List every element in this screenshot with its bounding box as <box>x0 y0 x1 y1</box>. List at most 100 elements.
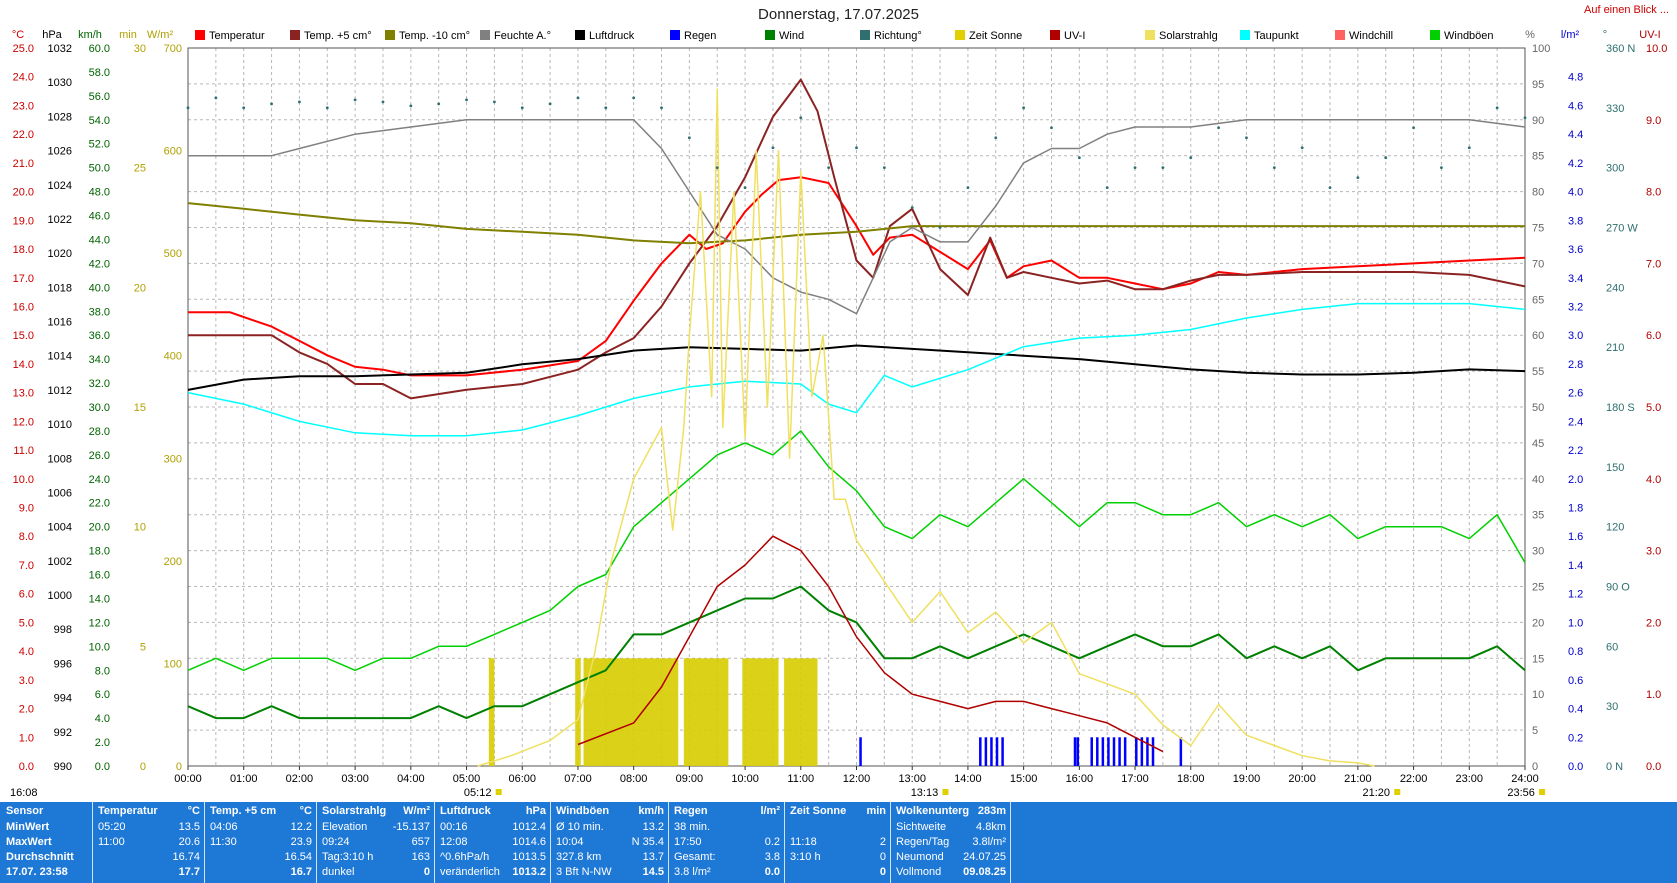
direction-tick-label: 150 <box>1606 462 1624 474</box>
rain-bar <box>1096 737 1099 766</box>
uv-tick-label: 7.0 <box>1646 258 1661 270</box>
time-marker-label: 05:12 <box>464 787 492 799</box>
temp-tick-label: 7.0 <box>19 560 34 572</box>
rain-tick-label: 0.8 <box>1568 646 1583 658</box>
rain-tick-label: 0.2 <box>1568 732 1583 744</box>
humidity-axis-unit: % <box>1525 29 1535 41</box>
overview-link[interactable]: Auf einen Blick ... <box>1584 4 1669 16</box>
legend-item: Zeit Sonne <box>955 30 1022 42</box>
wind-tick-label: 54.0 <box>89 115 110 127</box>
stats-row: 10:04 N 35.4 <box>556 836 664 848</box>
rain-bar <box>1135 737 1138 766</box>
rain-tick-label: 4.8 <box>1568 72 1583 84</box>
stats-row: ^0.6hPa/h 1013.5 <box>440 851 546 863</box>
direction-point <box>437 102 441 106</box>
humidity-tick-label: 65 <box>1532 294 1544 306</box>
direction-point <box>882 166 886 170</box>
x-tick-label: 03:00 <box>341 773 369 785</box>
rain-tick-label: 3.4 <box>1568 273 1583 285</box>
humidity-tick-label: 50 <box>1532 402 1544 414</box>
legend-swatch <box>1050 30 1060 40</box>
direction-point <box>1495 106 1499 110</box>
legend-item: Solarstrahlg <box>1145 30 1218 42</box>
stats-column: Zeit Sonne min 11:18 2 3:10 h0 0 <box>784 802 891 883</box>
pressure-tick-label: 994 <box>54 693 72 705</box>
pressure-tick-label: 1016 <box>48 317 72 329</box>
wind-tick-label: 56.0 <box>89 91 110 103</box>
temp-tick-label: 22.0 <box>13 129 34 141</box>
legend-item: Windchill <box>1335 30 1393 42</box>
humidity-tick-label: 10 <box>1532 689 1544 701</box>
legend-swatch <box>955 30 965 40</box>
humidity-tick-label: 100 <box>1532 43 1550 55</box>
direction-axis-unit: ° <box>1603 29 1607 41</box>
direction-point <box>409 104 413 108</box>
wind-tick-label: 16.0 <box>89 570 110 582</box>
wind-tick-label: 2.0 <box>95 737 110 749</box>
stats-row: 11:00 20.6 <box>98 836 200 848</box>
sun-axis-unit: min <box>119 29 137 41</box>
temp-axis-unit: °C <box>12 29 24 41</box>
x-tick-label: 17:00 <box>1121 773 1149 785</box>
wind-tick-label: 10.0 <box>89 641 110 653</box>
stats-row: Elevation -15.137 <box>322 821 430 833</box>
sunshine-bar <box>488 658 495 766</box>
rain-tick-label: 0.6 <box>1568 675 1583 687</box>
legend-swatch <box>670 30 680 40</box>
temp-tick-label: 17.0 <box>13 273 34 285</box>
direction-point <box>242 106 246 110</box>
direction-tick-label: 60 <box>1606 641 1618 653</box>
pressure-tick-label: 998 <box>54 624 72 636</box>
legend-swatch <box>1240 30 1250 40</box>
legend-label: Windchill <box>1349 30 1394 42</box>
solar-axis-unit: W/m² <box>147 29 174 41</box>
x-tick-label: 00:00 <box>174 773 202 785</box>
pressure-tick-label: 1010 <box>48 419 72 431</box>
stats-row: veränderlich 1013.2 <box>440 866 546 878</box>
stats-row: 16.54 <box>284 851 312 863</box>
legend-label: Temp. -10 cm° <box>399 30 471 42</box>
wind-tick-label: 36.0 <box>89 330 110 342</box>
legend-swatch <box>1335 30 1345 40</box>
stats-header: Luftdruck hPa <box>440 805 546 817</box>
x-tick-label: 21:00 <box>1344 773 1372 785</box>
legend-label: Zeit Sonne <box>969 30 1023 42</box>
x-tick-label: 07:00 <box>564 773 592 785</box>
humidity-tick-label: 55 <box>1532 366 1544 378</box>
stats-row: MinWert <box>6 821 50 833</box>
sun-tick-label: 25 <box>134 163 146 175</box>
stats-row: Sichtweite 4.8km <box>896 821 1006 833</box>
humidity-tick-label: 5 <box>1532 725 1538 737</box>
x-tick-label: 23:00 <box>1456 773 1484 785</box>
wind-tick-label: 26.0 <box>89 450 110 462</box>
stats-header: Zeit Sonne min <box>790 805 886 817</box>
stats-row: 17.7 <box>178 866 200 878</box>
wind-tick-label: 44.0 <box>89 234 110 246</box>
x-tick-label: 13:00 <box>898 773 926 785</box>
legend-item: Temp. -10 cm° <box>385 30 470 42</box>
rain-tick-label: 1.4 <box>1568 560 1583 572</box>
direction-point <box>353 98 357 102</box>
x-tick-label: 11:00 <box>787 773 814 785</box>
direction-point <box>186 106 190 110</box>
humidity-tick-label: 85 <box>1532 151 1544 163</box>
humidity-tick-label: 25 <box>1532 582 1544 594</box>
x-tick-label: 22:00 <box>1400 773 1428 785</box>
time-marker-icon <box>1539 789 1546 795</box>
temp-tick-label: 12.0 <box>13 416 34 428</box>
direction-point <box>1440 166 1443 170</box>
direction-tick-label: 240 <box>1606 282 1624 294</box>
direction-tick-label: 120 <box>1606 522 1624 534</box>
legend-label: Wind <box>779 30 805 42</box>
pressure-tick-label: 1020 <box>48 248 72 260</box>
legend-label: UV-I <box>1064 30 1086 42</box>
direction-point <box>548 102 552 106</box>
temp-tick-label: 9.0 <box>19 503 34 515</box>
rain-bar <box>859 737 862 766</box>
stats-header: Windböen km/h <box>556 805 664 817</box>
direction-point <box>1077 156 1081 160</box>
legend-swatch <box>860 30 870 40</box>
direction-point <box>938 226 942 229</box>
x-tick-label: 20:00 <box>1288 773 1316 785</box>
stats-row: 11:30 23.9 <box>210 836 312 848</box>
